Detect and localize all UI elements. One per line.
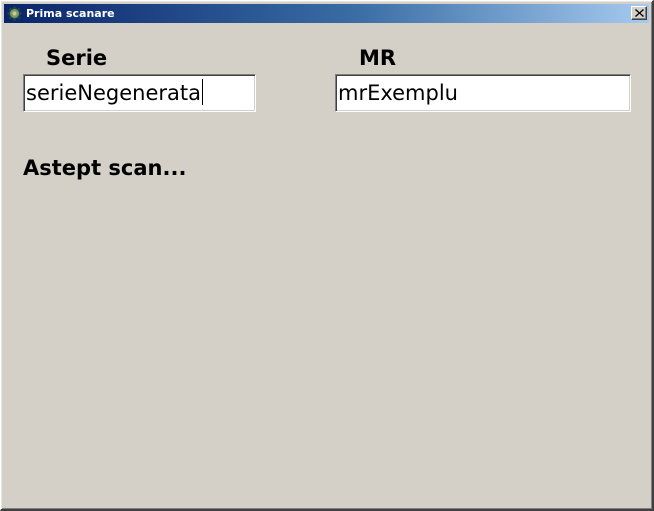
title-bar[interactable]: Prima scanare (4, 4, 649, 23)
serie-label: Serie (46, 46, 108, 70)
status-message: Astept scan... (23, 156, 187, 180)
mr-label: MR (359, 46, 397, 70)
serie-input-value: serieNegenerata (26, 81, 201, 105)
window-title: Prima scanare (26, 7, 115, 20)
mr-input[interactable]: mrExemplu (335, 74, 631, 112)
mr-input-value: mrExemplu (338, 81, 458, 105)
gear-icon (7, 6, 22, 21)
close-icon (635, 9, 644, 17)
text-caret (201, 79, 203, 105)
app-window: Prima scanare Serie MR serieNegenerata m… (0, 0, 654, 511)
serie-input[interactable]: serieNegenerata (23, 74, 256, 112)
close-button[interactable] (631, 6, 647, 20)
